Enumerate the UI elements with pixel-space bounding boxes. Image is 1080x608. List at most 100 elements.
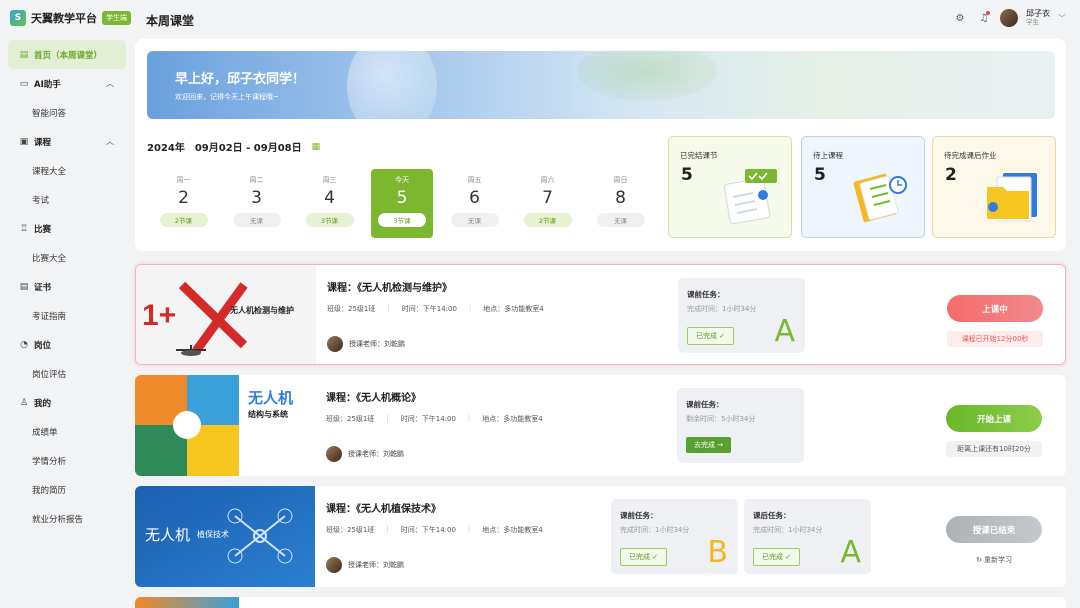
- day-mon[interactable]: 周一 2 2节课: [147, 169, 220, 238]
- sidebar-group-job[interactable]: ◔ 岗位: [8, 330, 126, 359]
- day-sun[interactable]: 周日 8 无课: [584, 169, 657, 238]
- task-time: 剩余时间：5小时34分: [686, 415, 756, 423]
- thumbnail-subtitle: 结构与系统: [248, 410, 288, 419]
- teacher: 授课老师：刘乾鹏: [327, 336, 405, 352]
- course-title[interactable]: 课程：《无人机检测与维护》: [327, 279, 452, 294]
- task-status-button[interactable]: 已完成 ✓: [687, 327, 735, 345]
- chat-icon: ▭: [19, 78, 29, 89]
- sidebar-item-qa[interactable]: 智能问答: [8, 98, 126, 127]
- bell-icon[interactable]: ♫: [976, 10, 992, 26]
- day-label: 周三: [322, 176, 337, 184]
- chevron-down-icon[interactable]: ﹀: [1058, 13, 1066, 24]
- sidebar-item-home[interactable]: ▤ 首页（本周课堂）: [8, 40, 126, 69]
- course-card[interactable]: 无人机 植保技术 课程：《无人机植保技术》 班级：25级1班 | 时间：下午14:…: [135, 486, 1066, 587]
- day-tue[interactable]: 周二 3 无课: [220, 169, 293, 238]
- day-label: 周一: [176, 176, 191, 184]
- sidebar-item-label: 首页（本周课堂）: [34, 50, 103, 61]
- day-count-badge: 3节课: [305, 213, 354, 227]
- class-label: 班级：25级1班: [326, 526, 375, 534]
- task-title: 课前任务：: [686, 400, 724, 409]
- day-today[interactable]: 今天 5 3节课: [371, 169, 433, 238]
- course-title[interactable]: 课程：《无人机概论》: [326, 389, 421, 404]
- sidebar-item-resume[interactable]: 我的简历: [8, 475, 126, 504]
- teacher-name: 授课老师：刘乾鹏: [348, 450, 404, 458]
- sidebar-item-job-eval[interactable]: 岗位评估: [8, 359, 126, 388]
- week-range[interactable]: 09月02日 - 09月08日: [195, 139, 302, 154]
- in-class-button[interactable]: 上课中: [947, 295, 1043, 322]
- day-label: 周六: [540, 176, 555, 184]
- time-label: 时间：下午14:00: [400, 526, 456, 534]
- task-status-button[interactable]: 已完成 ✓: [753, 548, 801, 566]
- stat-card-finished[interactable]: 已完结课节 5: [668, 136, 792, 238]
- sidebar-item-label: 学情分析: [32, 456, 67, 467]
- course-meta: 班级：25级1班 | 时间：下午14:00 | 地点：多功能教室4: [327, 304, 544, 313]
- stat-card-upcoming[interactable]: 待上课程 5: [801, 136, 925, 238]
- avatar[interactable]: [1000, 9, 1018, 27]
- course-card[interactable]: 1+ 无人机检测与维护 课程：《无人机检测与维护》 班级：25级1班 | 时间：下…: [135, 264, 1066, 365]
- course-card[interactable]: 无人机 结构与系统 课程：《无人机概论》 班级：25级1班 | 时间：下午14:0…: [135, 375, 1066, 476]
- sidebar-item-course-all[interactable]: 课程大全: [8, 156, 126, 185]
- page-title: 本周课堂: [146, 14, 195, 28]
- pre-task-card[interactable]: 课前任务： 剩余时间：5小时34分 去完成 →: [677, 388, 804, 463]
- stat-title: 待完成课后作业: [944, 151, 997, 160]
- pre-task-card[interactable]: 课前任务： 完成时间：1小时34分 已完成 ✓ B: [611, 499, 738, 574]
- time-label: 时间：下午14:00: [401, 305, 457, 313]
- course-card-partial[interactable]: [135, 597, 1066, 608]
- sidebar-item-analysis[interactable]: 学情分析: [8, 446, 126, 475]
- task-time: 完成时间：1小时34分: [753, 526, 823, 534]
- task-title: 课前任务：: [687, 290, 725, 299]
- logo-icon: S: [10, 10, 26, 26]
- go-complete-button[interactable]: 去完成 →: [686, 437, 732, 453]
- sidebar-item-exam[interactable]: 考试: [8, 185, 126, 214]
- pre-task-card[interactable]: 课前任务： 完成时间：1小时34分 已完成 ✓ A: [678, 278, 805, 353]
- calendar-icon[interactable]: ▦: [312, 142, 321, 152]
- stat-card-homework[interactable]: 待完成课后作业 2: [932, 136, 1056, 238]
- sidebar-item-label: 课程: [34, 137, 52, 148]
- task-status-button[interactable]: 已完成 ✓: [620, 548, 668, 566]
- place-label: 地点：多功能教室4: [482, 415, 543, 423]
- task-time: 完成时间：1小时34分: [687, 305, 757, 313]
- place-label: 地点：多功能教室4: [482, 526, 543, 534]
- sidebar-item-label: 比赛大全: [32, 253, 67, 264]
- user-role: 学生: [1026, 17, 1039, 26]
- day-count-badge: 3节课: [378, 213, 426, 227]
- teacher-name: 授课老师：刘乾鹏: [349, 340, 405, 348]
- sidebar-group-mine[interactable]: ♙ 我的: [8, 388, 126, 417]
- sidebar-item-grades[interactable]: 成绩单: [8, 417, 126, 446]
- week-panel: 早上好，邱子衣同学！ 欢迎回来，记得今天上午课程哦~ 2024年 09月02日 …: [135, 39, 1066, 251]
- relearn-link[interactable]: ↻ 重新学习: [946, 552, 1042, 568]
- day-count-badge: 2节课: [159, 213, 208, 227]
- course-title[interactable]: 课程：《无人机植保技术》: [326, 500, 441, 515]
- grade: A: [840, 535, 861, 570]
- sidebar-group-contest[interactable]: ♖ 比赛: [8, 214, 126, 243]
- teacher-name: 授课老师：刘乾鹏: [348, 561, 404, 569]
- sidebar-item-contest-all[interactable]: 比赛大全: [8, 243, 126, 272]
- day-sat[interactable]: 周六 7 2节课: [511, 169, 584, 238]
- day-label: 周日: [613, 176, 628, 184]
- sidebar-item-cert-guide[interactable]: 考证指南: [8, 301, 126, 330]
- sidebar-item-employment[interactable]: 就业分析报告: [8, 504, 126, 533]
- checklist-illustration-icon: [723, 169, 777, 225]
- sidebar-item-label: 岗位评估: [32, 369, 67, 380]
- week-selector: 2024年 09月02日 - 09月08日 ▦: [147, 139, 321, 155]
- post-task-card[interactable]: 课后任务： 完成时间：1小时34分 已完成 ✓ A: [744, 499, 871, 574]
- sidebar-item-label: 考试: [32, 195, 50, 206]
- day-count-badge: 无课: [596, 213, 645, 227]
- day-number: 4: [324, 188, 335, 208]
- day-number: 5: [396, 188, 408, 208]
- sidebar-item-label: 我的简历: [32, 485, 67, 496]
- place-label: 地点：多功能教室4: [483, 305, 544, 313]
- sidebar-group-ai[interactable]: ▭ AI助手 ︿: [8, 69, 126, 98]
- task-title: 课前任务：: [620, 511, 658, 520]
- avatar: [326, 446, 342, 462]
- day-fri[interactable]: 周五 6 无课: [438, 169, 511, 238]
- settings-icon[interactable]: ⚙: [952, 10, 968, 26]
- day-wed[interactable]: 周三 4 3节课: [293, 169, 366, 238]
- sidebar-group-course[interactable]: ▣ 课程 ︿: [8, 127, 126, 156]
- week-year: 2024年: [147, 143, 185, 154]
- logo[interactable]: S 天翼教学平台 学生端: [10, 10, 131, 26]
- start-class-button[interactable]: 开始上课: [946, 405, 1042, 432]
- user-info[interactable]: 邱子衣 学生: [1026, 9, 1050, 26]
- day-label: 周五: [467, 176, 482, 184]
- sidebar-group-cert[interactable]: ▤ 证书: [8, 272, 126, 301]
